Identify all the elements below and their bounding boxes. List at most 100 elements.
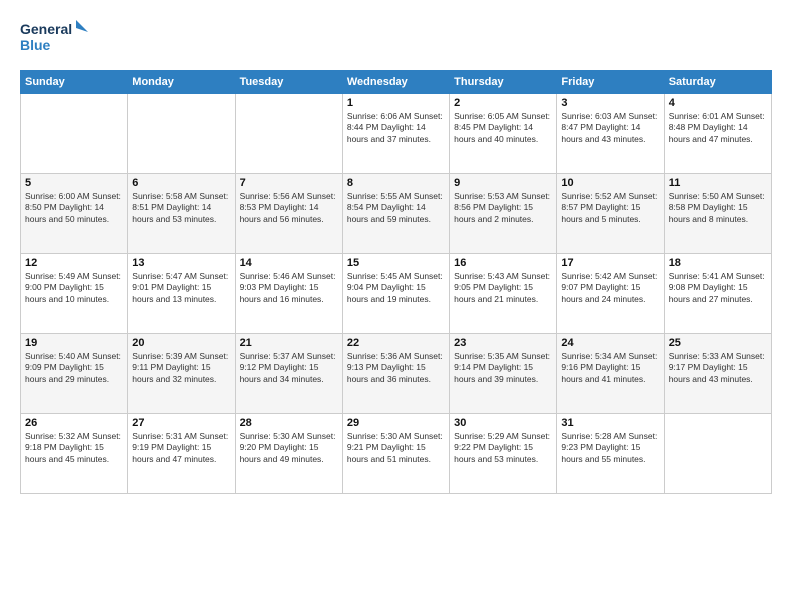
day-number: 2: [454, 97, 552, 109]
day-number: 23: [454, 337, 552, 349]
logo-svg: General Blue: [20, 16, 90, 60]
day-number: 28: [240, 417, 338, 429]
day-number: 12: [25, 257, 123, 269]
day-number: 29: [347, 417, 445, 429]
day-number: 18: [669, 257, 767, 269]
col-header-tuesday: Tuesday: [235, 71, 342, 94]
col-header-saturday: Saturday: [664, 71, 771, 94]
cell-info: Sunrise: 5:36 AM Sunset: 9:13 PM Dayligh…: [347, 351, 445, 385]
day-number: 15: [347, 257, 445, 269]
calendar-cell: [128, 94, 235, 174]
day-number: 10: [561, 177, 659, 189]
page: General Blue SundayMondayTuesdayWednesda…: [0, 0, 792, 504]
cell-info: Sunrise: 5:40 AM Sunset: 9:09 PM Dayligh…: [25, 351, 123, 385]
svg-text:General: General: [20, 21, 72, 37]
calendar-cell: 14 Sunrise: 5:46 AM Sunset: 9:03 PM Dayli…: [235, 254, 342, 334]
calendar-cell: 6Sunrise: 5:58 AM Sunset: 8:51 PM Daylig…: [128, 174, 235, 254]
day-number: 9: [454, 177, 552, 189]
day-number: 8: [347, 177, 445, 189]
calendar-cell: 28Sunrise: 5:30 AM Sunset: 9:20 PM Dayli…: [235, 414, 342, 494]
cell-info: Sunrise: 5:28 AM Sunset: 9:23 PM Dayligh…: [561, 431, 659, 465]
week-row-2: 5 Sunrise: 6:00 AM Sunset: 8:50 PM Daylig…: [21, 174, 772, 254]
cell-info: Sunrise: 5:50 AM Sunset: 8:58 PM Dayligh…: [669, 191, 767, 225]
day-number: 27: [132, 417, 230, 429]
week-row-3: 12 Sunrise: 5:49 AM Sunset: 9:00 PM Dayli…: [21, 254, 772, 334]
col-header-thursday: Thursday: [450, 71, 557, 94]
calendar-cell: 17 Sunrise: 5:42 AM Sunset: 9:07 PM Dayli…: [557, 254, 664, 334]
cell-info: Sunrise: 5:45 AM Sunset: 9:04 PM Dayligh…: [347, 271, 445, 305]
cell-info: Sunrise: 5:34 AM Sunset: 9:16 PM Dayligh…: [561, 351, 659, 385]
calendar-cell: 11Sunrise: 5:50 AM Sunset: 8:58 PM Dayli…: [664, 174, 771, 254]
cell-info: Sunrise: 5:53 AM Sunset: 8:56 PM Dayligh…: [454, 191, 552, 225]
calendar-cell: 21 Sunrise: 5:37 AM Sunset: 9:12 PM Dayli…: [235, 334, 342, 414]
cell-info: Sunrise: 5:43 AM Sunset: 9:05 PM Dayligh…: [454, 271, 552, 305]
day-number: 22: [347, 337, 445, 349]
calendar-cell: 16 Sunrise: 5:43 AM Sunset: 9:05 PM Dayli…: [450, 254, 557, 334]
calendar-cell: 20 Sunrise: 5:39 AM Sunset: 9:11 PM Dayli…: [128, 334, 235, 414]
calendar-cell: 25 Sunrise: 5:33 AM Sunset: 9:17 PM Dayli…: [664, 334, 771, 414]
calendar-cell: 3 Sunrise: 6:03 AM Sunset: 8:47 PM Daylig…: [557, 94, 664, 174]
day-number: 7: [240, 177, 338, 189]
day-number: 5: [25, 177, 123, 189]
calendar-table: SundayMondayTuesdayWednesdayThursdayFrid…: [20, 70, 772, 494]
calendar-cell: 4 Sunrise: 6:01 AM Sunset: 8:48 PM Daylig…: [664, 94, 771, 174]
day-number: 14: [240, 257, 338, 269]
cell-info: Sunrise: 5:35 AM Sunset: 9:14 PM Dayligh…: [454, 351, 552, 385]
day-number: 4: [669, 97, 767, 109]
cell-info: Sunrise: 5:39 AM Sunset: 9:11 PM Dayligh…: [132, 351, 230, 385]
col-header-wednesday: Wednesday: [342, 71, 449, 94]
calendar-cell: 22 Sunrise: 5:36 AM Sunset: 9:13 PM Dayli…: [342, 334, 449, 414]
cell-info: Sunrise: 6:00 AM Sunset: 8:50 PM Dayligh…: [25, 191, 123, 225]
day-number: 21: [240, 337, 338, 349]
calendar-cell: [21, 94, 128, 174]
logo: General Blue: [20, 16, 90, 60]
cell-info: Sunrise: 5:29 AM Sunset: 9:22 PM Dayligh…: [454, 431, 552, 465]
cell-info: Sunrise: 5:42 AM Sunset: 9:07 PM Dayligh…: [561, 271, 659, 305]
calendar-cell: 29 Sunrise: 5:30 AM Sunset: 9:21 PM Dayli…: [342, 414, 449, 494]
day-number: 19: [25, 337, 123, 349]
calendar-cell: 8 Sunrise: 5:55 AM Sunset: 8:54 PM Daylig…: [342, 174, 449, 254]
calendar-cell: [664, 414, 771, 494]
calendar-cell: 30 Sunrise: 5:29 AM Sunset: 9:22 PM Dayli…: [450, 414, 557, 494]
day-number: 26: [25, 417, 123, 429]
calendar-cell: 18 Sunrise: 5:41 AM Sunset: 9:08 PM Dayli…: [664, 254, 771, 334]
calendar-cell: 24 Sunrise: 5:34 AM Sunset: 9:16 PM Dayli…: [557, 334, 664, 414]
calendar-cell: 9 Sunrise: 5:53 AM Sunset: 8:56 PM Daylig…: [450, 174, 557, 254]
cell-info: Sunrise: 5:30 AM Sunset: 9:21 PM Dayligh…: [347, 431, 445, 465]
cell-info: Sunrise: 5:58 AM Sunset: 8:51 PM Dayligh…: [132, 191, 230, 225]
calendar-cell: 12 Sunrise: 5:49 AM Sunset: 9:00 PM Dayli…: [21, 254, 128, 334]
cell-info: Sunrise: 5:46 AM Sunset: 9:03 PM Dayligh…: [240, 271, 338, 305]
col-header-sunday: Sunday: [21, 71, 128, 94]
calendar-cell: 31 Sunrise: 5:28 AM Sunset: 9:23 PM Dayli…: [557, 414, 664, 494]
col-header-monday: Monday: [128, 71, 235, 94]
week-row-5: 26Sunrise: 5:32 AM Sunset: 9:18 PM Dayli…: [21, 414, 772, 494]
cell-info: Sunrise: 6:03 AM Sunset: 8:47 PM Dayligh…: [561, 111, 659, 145]
day-number: 3: [561, 97, 659, 109]
cell-info: Sunrise: 5:56 AM Sunset: 8:53 PM Dayligh…: [240, 191, 338, 225]
calendar-cell: [235, 94, 342, 174]
calendar-cell: 23 Sunrise: 5:35 AM Sunset: 9:14 PM Dayli…: [450, 334, 557, 414]
day-number: 1: [347, 97, 445, 109]
cell-info: Sunrise: 5:47 AM Sunset: 9:01 PM Dayligh…: [132, 271, 230, 305]
day-number: 17: [561, 257, 659, 269]
cell-info: Sunrise: 5:55 AM Sunset: 8:54 PM Dayligh…: [347, 191, 445, 225]
cell-info: Sunrise: 5:37 AM Sunset: 9:12 PM Dayligh…: [240, 351, 338, 385]
cell-info: Sunrise: 5:33 AM Sunset: 9:17 PM Dayligh…: [669, 351, 767, 385]
week-row-1: 1Sunrise: 6:06 AM Sunset: 8:44 PM Daylig…: [21, 94, 772, 174]
day-number: 30: [454, 417, 552, 429]
day-number: 31: [561, 417, 659, 429]
cell-info: Sunrise: 5:49 AM Sunset: 9:00 PM Dayligh…: [25, 271, 123, 305]
calendar-cell: 5 Sunrise: 6:00 AM Sunset: 8:50 PM Daylig…: [21, 174, 128, 254]
day-number: 24: [561, 337, 659, 349]
week-row-4: 19 Sunrise: 5:40 AM Sunset: 9:09 PM Dayli…: [21, 334, 772, 414]
day-number: 16: [454, 257, 552, 269]
cell-info: Sunrise: 6:01 AM Sunset: 8:48 PM Dayligh…: [669, 111, 767, 145]
calendar-cell: 26Sunrise: 5:32 AM Sunset: 9:18 PM Dayli…: [21, 414, 128, 494]
cell-info: Sunrise: 5:31 AM Sunset: 9:19 PM Dayligh…: [132, 431, 230, 465]
day-number: 20: [132, 337, 230, 349]
day-number: 25: [669, 337, 767, 349]
cell-info: Sunrise: 5:52 AM Sunset: 8:57 PM Dayligh…: [561, 191, 659, 225]
cell-info: Sunrise: 5:41 AM Sunset: 9:08 PM Dayligh…: [669, 271, 767, 305]
calendar-cell: 15 Sunrise: 5:45 AM Sunset: 9:04 PM Dayli…: [342, 254, 449, 334]
calendar-cell: 1Sunrise: 6:06 AM Sunset: 8:44 PM Daylig…: [342, 94, 449, 174]
